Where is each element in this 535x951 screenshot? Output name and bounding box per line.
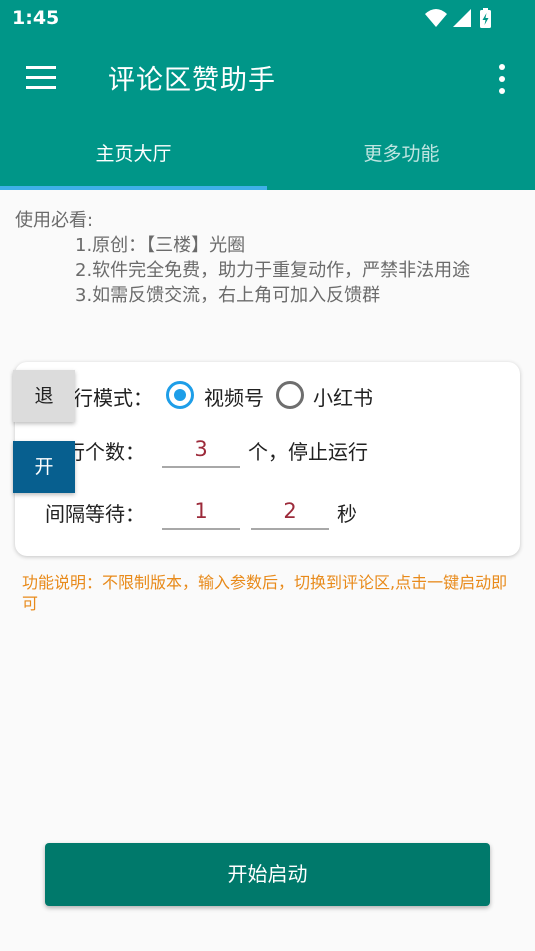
app-title: 评论区赞助手 — [108, 65, 276, 96]
toolbar: 评论区赞助手 — [0, 36, 535, 120]
radio-xiaohongshu-label[interactable]: 小红书 — [313, 382, 373, 411]
status-bar: 1:45 — [0, 0, 535, 36]
radio-video-channel[interactable] — [166, 381, 194, 409]
tab-main-hall[interactable]: 主页大厅 — [0, 120, 267, 190]
notice-heading: 使用必看: — [15, 210, 94, 231]
interval-min-input[interactable]: 1 — [162, 492, 240, 530]
count-suffix: 个，停止运行 — [248, 440, 368, 464]
function-note: 功能说明：不限制版本，输入参数后，切换到评论区,点击一键启动即可 — [22, 573, 508, 613]
exit-button[interactable]: 退 — [13, 370, 75, 422]
tab-bar: 主页大厅 更多功能 — [0, 120, 535, 190]
tab-indicator — [0, 186, 267, 190]
notice-item: 3.如需反馈交流，右上角可加入反馈群 — [75, 285, 381, 306]
usage-notice: 使用必看: 1.原创：【三楼】光圈 2.软件完全免费，助力于重复动作，严禁非法用… — [15, 208, 520, 308]
run-count-input[interactable]: 3 — [162, 430, 240, 468]
app-bar: 1:45 评论区赞助手 主页大厅 更多功能 — [0, 0, 535, 190]
status-icons — [425, 8, 491, 28]
more-vertical-icon[interactable] — [496, 64, 508, 94]
start-button[interactable]: 开始启动 — [45, 843, 490, 906]
interval-max-input[interactable]: 2 — [251, 492, 329, 530]
radio-xiaohongshu[interactable] — [276, 381, 304, 409]
radio-video-channel-label[interactable]: 视频号 — [204, 382, 264, 411]
settings-card: 行模式： 视频号 小红书 运行个数： 3 个，停止运行 间隔等待： 1 2 秒 — [15, 362, 520, 556]
notice-item: 2.软件完全免费，助力于重复动作，严禁非法用途 — [75, 260, 471, 281]
mode-label: 行模式： — [73, 386, 153, 410]
interval-label: 间隔等待： — [45, 502, 145, 526]
notice-item: 1.原创：【三楼】光圈 — [75, 235, 246, 256]
hamburger-menu-icon[interactable] — [26, 66, 56, 90]
tab-more-features[interactable]: 更多功能 — [268, 120, 535, 190]
battery-charging-icon — [480, 8, 491, 28]
wifi-icon — [425, 9, 447, 27]
open-button[interactable]: 开 — [13, 441, 75, 493]
signal-icon — [453, 9, 471, 27]
status-time: 1:45 — [12, 7, 60, 29]
interval-unit: 秒 — [337, 502, 357, 526]
